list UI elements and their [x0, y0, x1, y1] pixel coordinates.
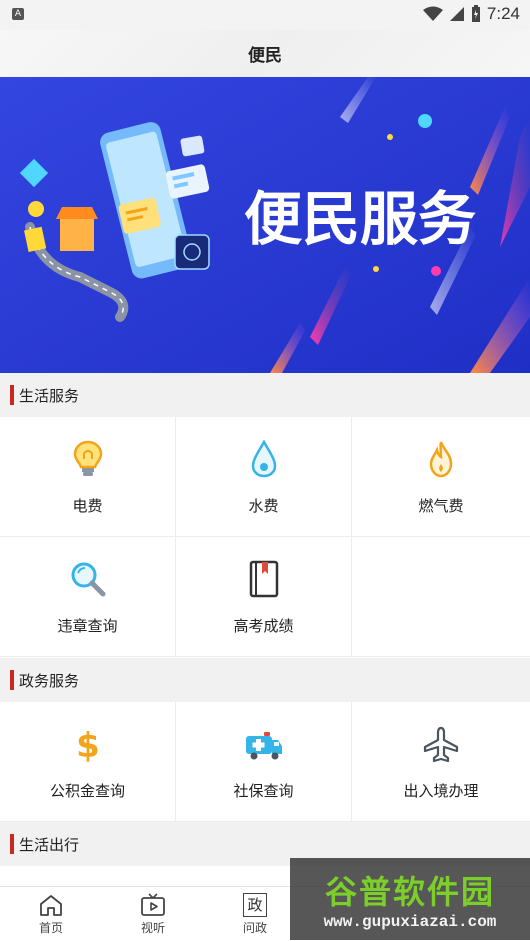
service-label: 社保查询	[233, 782, 294, 800]
ambulance-icon	[242, 722, 286, 766]
service-immigration-button[interactable]: 出入境办理	[352, 702, 530, 822]
section-title: 生活出行	[19, 835, 80, 854]
empty-cell	[352, 537, 530, 657]
svg-text:$: $	[76, 726, 100, 764]
flame-icon	[419, 437, 463, 481]
grid-row: 电费 水费 燃气费	[0, 417, 530, 537]
service-housing-fund-button[interactable]: $ 公积金查询	[0, 702, 176, 822]
airplane-icon	[419, 722, 463, 766]
service-label: 高考成绩	[233, 617, 294, 635]
banner-headline: 便民服务	[244, 185, 476, 253]
battery-icon	[471, 5, 480, 22]
service-water-button[interactable]: 水费	[176, 417, 352, 537]
zheng-icon: 政	[243, 893, 267, 917]
service-electricity-button[interactable]: 电费	[0, 417, 176, 537]
service-label: 公积金查询	[49, 782, 125, 800]
home-icon	[40, 895, 62, 916]
section-title: 政务服务	[19, 671, 80, 690]
service-gas-button[interactable]: 燃气费	[352, 417, 530, 537]
signal-icon	[449, 7, 464, 21]
title-bar: 便民	[0, 30, 530, 78]
service-label: 电费	[72, 497, 103, 515]
section-title: 生活服务	[19, 386, 80, 405]
section-accent-bar	[10, 670, 14, 690]
nav-label: 视听	[140, 921, 165, 935]
service-traffic-violation-button[interactable]: 违章查询	[0, 537, 176, 657]
tv-play-icon	[141, 893, 165, 916]
service-exam-score-button[interactable]: 高考成绩	[176, 537, 352, 657]
nav-home[interactable]: 首页	[0, 887, 102, 941]
banner[interactable]: 便民服务	[0, 77, 530, 373]
nav-label: 首页	[38, 921, 63, 935]
watermark-title: 谷普软件园	[324, 873, 495, 911]
nav-label: 问政	[242, 921, 267, 935]
wifi-icon	[422, 6, 443, 21]
status-time: 7:24	[486, 4, 520, 23]
status-bar: A 7:24	[0, 0, 530, 30]
watermark: 谷普软件园 www.gupuxiazai.com	[290, 858, 530, 940]
service-label: 燃气费	[418, 497, 464, 515]
banner-illustration: 便民服务	[0, 77, 530, 373]
status-icons: 7:24	[422, 4, 520, 24]
grid-row: $ 公积金查询 社保查询 出入境办理	[0, 702, 530, 822]
watermark-url: www.gupuxiazai.com	[323, 913, 497, 931]
service-label: 违章查询	[57, 617, 118, 635]
section-header-government-services: 政务服务	[0, 658, 530, 702]
service-label: 出入境办理	[403, 782, 479, 800]
water-drop-icon	[242, 437, 286, 481]
notification-icon: A	[12, 8, 24, 20]
section-header-life-services: 生活服务	[0, 373, 530, 417]
section-accent-bar	[10, 834, 14, 854]
dollar-icon: $	[66, 722, 110, 766]
magnifier-icon	[66, 557, 110, 601]
nav-media[interactable]: 视听	[102, 887, 204, 941]
lightbulb-icon	[66, 437, 110, 481]
grid-row: 违章查询 高考成绩	[0, 537, 530, 657]
service-label: 水费	[248, 497, 279, 515]
service-social-security-button[interactable]: 社保查询	[176, 702, 352, 822]
book-icon	[242, 557, 286, 601]
page-title: 便民	[248, 46, 282, 66]
section-accent-bar	[10, 385, 14, 405]
